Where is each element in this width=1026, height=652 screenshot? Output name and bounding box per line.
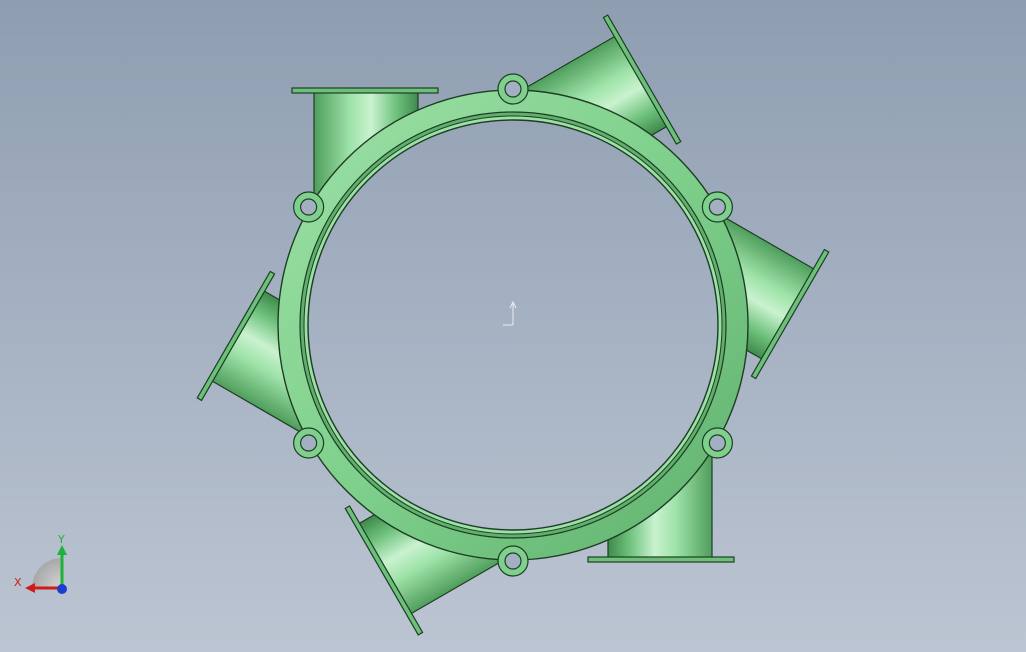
bolt-hole: [300, 198, 318, 216]
triad-y-arrowhead: [57, 545, 67, 555]
bolt-hole: [708, 434, 726, 452]
bolt-hole: [504, 552, 522, 570]
coordinate-triad: Y X: [14, 533, 67, 594]
triad-y-label: Y: [57, 533, 65, 546]
pipe-flange: [587, 556, 735, 563]
3d-viewport[interactable]: Y X: [0, 0, 1026, 652]
triad-plane-quadrant: [32, 558, 62, 588]
bolt-hole: [300, 434, 318, 452]
bolt-hole: [504, 80, 522, 98]
triad-x-label: X: [14, 576, 22, 589]
triad-x-arrowhead: [25, 583, 35, 593]
pipe-flange: [291, 87, 439, 94]
bolt-hole: [708, 198, 726, 216]
triad-z-axis: [57, 584, 67, 594]
